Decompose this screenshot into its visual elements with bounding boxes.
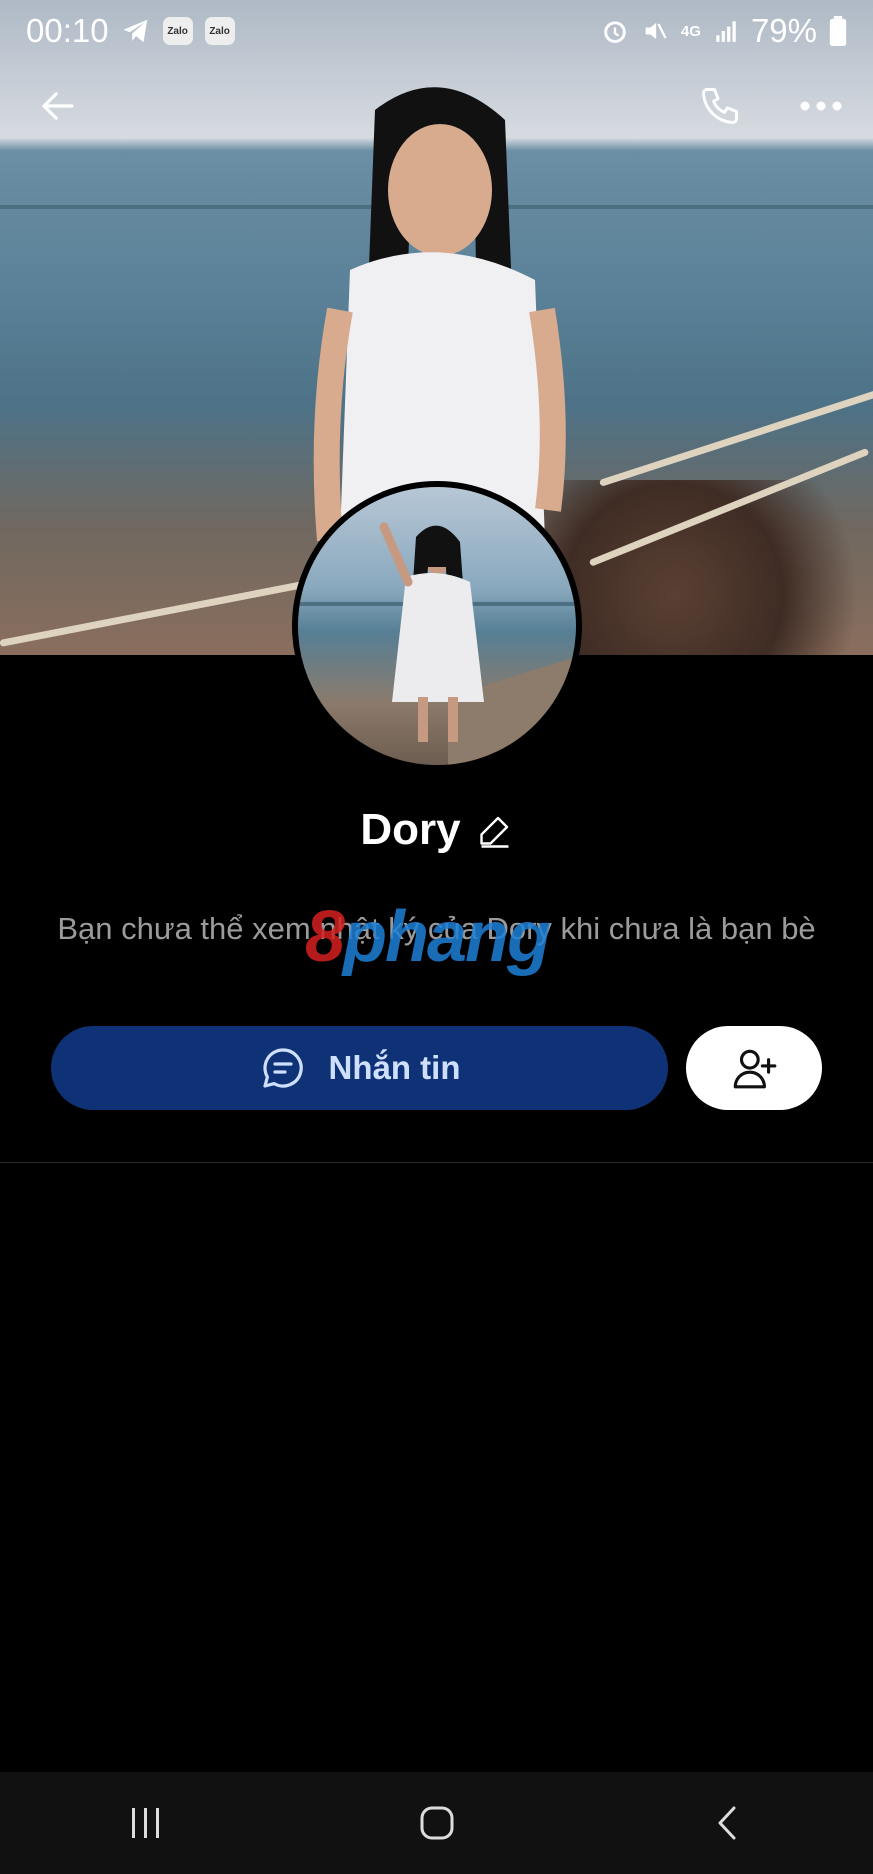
- add-friend-button[interactable]: [686, 1026, 822, 1110]
- system-nav-bar: [0, 1772, 873, 1874]
- telegram-icon: [123, 19, 147, 43]
- more-dots-icon: [800, 101, 842, 111]
- profile-name: Dory: [360, 805, 461, 854]
- message-button[interactable]: Nhắn tin: [51, 1026, 668, 1110]
- zalo-icon: Zalo: [204, 17, 235, 45]
- add-user-icon: [733, 1049, 777, 1089]
- zalo-icon: Zalo: [162, 17, 193, 45]
- call-button[interactable]: [690, 78, 750, 134]
- avatar-photo: [298, 522, 576, 765]
- more-options-button[interactable]: [791, 78, 851, 134]
- profile-avatar[interactable]: [292, 481, 582, 771]
- watermark-text-a: 8: [305, 897, 345, 977]
- status-left: 00:10 Zalo Zalo: [26, 12, 235, 50]
- phone-icon: [702, 88, 738, 124]
- watermark-logo: 8phang: [305, 896, 551, 978]
- battery-icon: [829, 16, 847, 46]
- arrow-left-icon: [42, 92, 74, 120]
- network-type: 4G: [680, 22, 701, 40]
- chevron-left-icon: [718, 1806, 735, 1840]
- signal-icon: [716, 21, 736, 42]
- back-button[interactable]: [28, 78, 88, 134]
- system-back-button[interactable]: [693, 1788, 763, 1858]
- watermark-text-b: phang: [343, 897, 551, 977]
- battery-percent: 79%: [750, 12, 817, 49]
- mute-icon: [645, 22, 667, 40]
- home-icon: [420, 1806, 453, 1840]
- alarm-icon: [604, 21, 626, 43]
- status-right: 4G 79%: [601, 12, 847, 50]
- recent-apps-button[interactable]: [111, 1788, 181, 1858]
- status-bar: 00:10 Zalo Zalo 4G 79%: [0, 0, 873, 62]
- status-time: 00:10: [26, 12, 109, 49]
- profile-name-row: Dory: [0, 800, 873, 860]
- chat-bubble-icon: [262, 1048, 303, 1088]
- home-button[interactable]: [402, 1788, 472, 1858]
- message-button-label: Nhắn tin: [328, 1049, 461, 1086]
- pencil-icon[interactable]: [477, 812, 513, 848]
- recent-apps-icon: [131, 1808, 159, 1838]
- section-divider: [0, 1162, 873, 1163]
- cover-rope: [598, 387, 873, 487]
